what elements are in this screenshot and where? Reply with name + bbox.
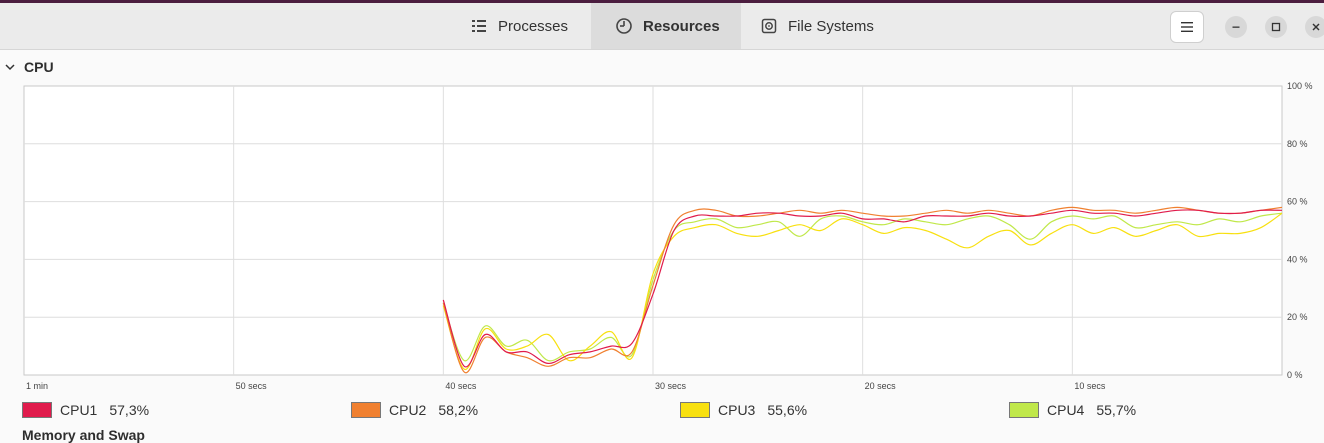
- legend-label: CPU4: [1047, 402, 1085, 418]
- legend-value: 55,6%: [767, 402, 808, 418]
- tab-file-systems[interactable]: File Systems: [742, 3, 892, 49]
- chart-y-tick-label: 80 %: [1287, 139, 1308, 149]
- chart-y-tick-label: 60 %: [1287, 197, 1308, 207]
- legend-cpu3[interactable]: CPU3 55,6%: [680, 400, 807, 420]
- minimize-button[interactable]: [1225, 16, 1247, 38]
- maximize-button[interactable]: [1265, 16, 1287, 38]
- tab-resources-label: Resources: [643, 17, 720, 35]
- tab-file-systems-label: File Systems: [788, 17, 874, 35]
- cpu-history-chart: 1 min 50 secs 40 secs 30 secs 20 secs 10 secs…: [23, 81, 1313, 391]
- chart-x-tick-label: 40 secs: [445, 381, 477, 391]
- legend-color-swatch[interactable]: [1009, 402, 1039, 418]
- legend-cpu4[interactable]: CPU4 55,7%: [1009, 400, 1136, 420]
- cpu-section-header[interactable]: CPU: [0, 56, 54, 78]
- legend-label: CPU2: [389, 402, 427, 418]
- legend-color-swatch[interactable]: [351, 402, 381, 418]
- chart-y-tick-label: 100 %: [1287, 81, 1313, 91]
- header-bar: Processes Resources File Systems: [0, 3, 1324, 50]
- main-menu-button[interactable]: [1170, 11, 1204, 43]
- maximize-icon: [1271, 22, 1281, 32]
- chevron-down-icon: [5, 64, 15, 71]
- tab-processes-label: Processes: [498, 17, 569, 35]
- disk-icon: [761, 18, 777, 34]
- legend-value: 55,7%: [1096, 402, 1137, 418]
- chart-x-tick-label: 10 secs: [1074, 381, 1106, 391]
- chart-x-tick-label: 1 min: [26, 381, 48, 391]
- chart-x-tick-label: 30 secs: [655, 381, 687, 391]
- hamburger-icon: [1181, 22, 1193, 32]
- legend-label: CPU1: [60, 402, 98, 418]
- legend-cpu2[interactable]: CPU2 58,2%: [351, 400, 478, 420]
- chart-x-tick-label: 20 secs: [865, 381, 897, 391]
- close-button[interactable]: [1305, 16, 1324, 38]
- list-icon: [472, 20, 486, 32]
- legend-value: 57,3%: [109, 402, 150, 418]
- close-icon: [1312, 23, 1320, 31]
- chart-y-tick-label: 20 %: [1287, 312, 1308, 322]
- chart-x-tick-label: 50 secs: [236, 381, 268, 391]
- tab-resources[interactable]: Resources: [591, 3, 741, 49]
- legend-color-swatch[interactable]: [680, 402, 710, 418]
- legend-value: 58,2%: [438, 402, 479, 418]
- cpu-section-title: CPU: [24, 59, 54, 75]
- chart-y-tick-label: 40 %: [1287, 254, 1308, 264]
- tab-processes[interactable]: Processes: [460, 3, 590, 49]
- minimize-icon: [1232, 26, 1240, 28]
- legend-color-swatch[interactable]: [22, 402, 52, 418]
- gauge-icon: [616, 18, 632, 34]
- legend-cpu1[interactable]: CPU1 57,3%: [22, 400, 149, 420]
- chart-y-tick-label: 0 %: [1287, 370, 1303, 380]
- memory-section-title[interactable]: Memory and Swap: [22, 427, 145, 443]
- legend-label: CPU3: [718, 402, 756, 418]
